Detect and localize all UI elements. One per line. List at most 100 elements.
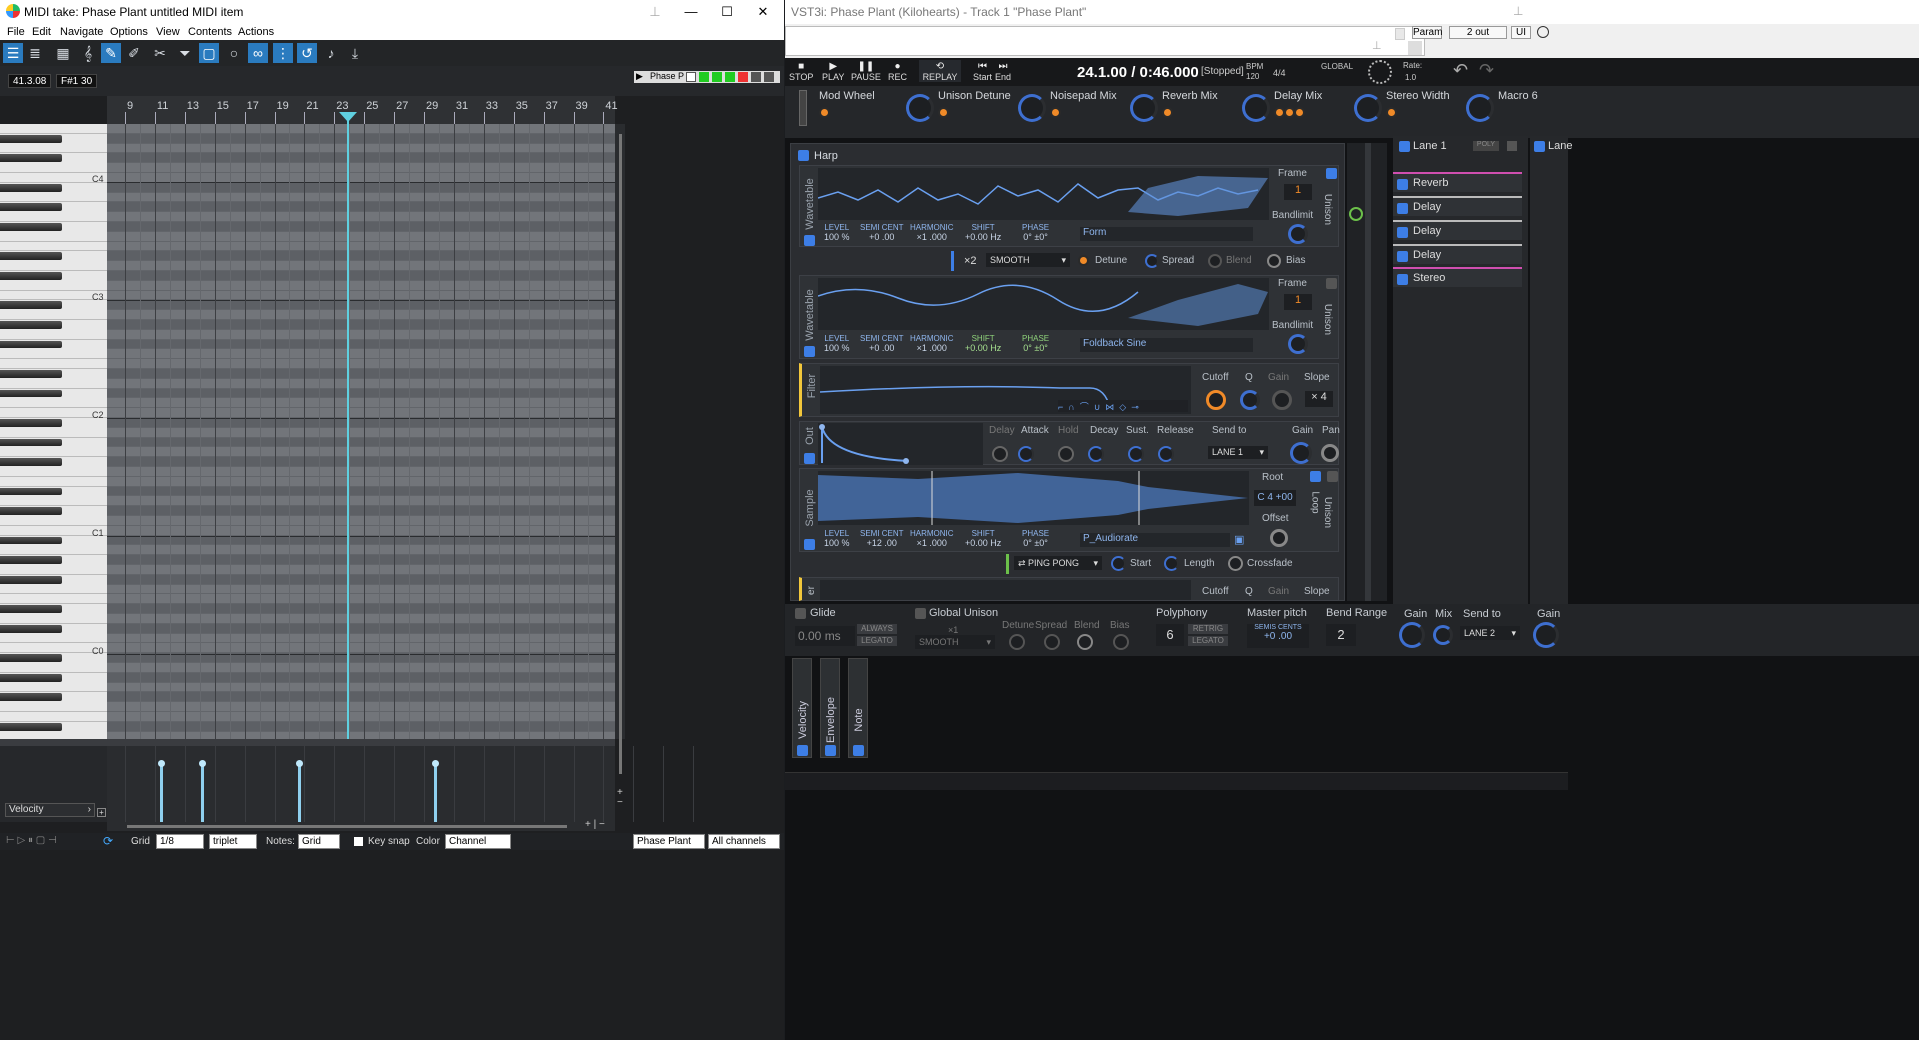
semi-cent-param[interactable]: SEMI CENT +12 .00	[860, 529, 904, 548]
harmonic-param[interactable]: HARMONIC ×1 .000	[910, 223, 954, 242]
macro-mod-knob[interactable]	[938, 107, 949, 118]
bandlimit-knob[interactable]	[1288, 224, 1308, 244]
black-key[interactable]	[0, 321, 62, 329]
velocity-stem[interactable]	[160, 763, 163, 822]
slope-value[interactable]: × 4	[1305, 391, 1333, 407]
link-icon[interactable]: ∞	[248, 43, 268, 63]
phase-param[interactable]: PHASE 0° ±0°	[1022, 334, 1049, 353]
black-key[interactable]	[0, 301, 62, 310]
piano-keyboard[interactable]: C4 C3 C2 C1 C0	[0, 124, 107, 739]
gu-detune-knob[interactable]	[1009, 634, 1025, 650]
black-key[interactable]	[0, 183, 62, 192]
module-enable-checkbox[interactable]	[804, 453, 815, 464]
polyphony-value[interactable]: 6	[1156, 624, 1184, 646]
white-key[interactable]	[0, 712, 107, 722]
start-button[interactable]: ⏮ Start	[973, 62, 992, 83]
fx-scroll-icon[interactable]	[1395, 28, 1405, 40]
white-key[interactable]	[0, 232, 107, 242]
length-knob[interactable]	[1164, 556, 1179, 571]
unison-checkbox[interactable]	[1326, 168, 1337, 179]
black-key[interactable]	[0, 693, 62, 702]
frame-value[interactable]: 1	[1284, 294, 1312, 310]
white-key[interactable]	[0, 683, 107, 693]
black-key[interactable]	[0, 134, 62, 143]
lane-2-gain-knob[interactable]	[1533, 622, 1559, 648]
horizontal-scrollbar[interactable]: + | −	[107, 819, 615, 831]
level-param[interactable]: LEVEL 100 %	[824, 223, 850, 242]
stereo-width-knob[interactable]	[1354, 94, 1382, 122]
black-key[interactable]	[0, 556, 62, 564]
velocity-stem[interactable]	[201, 763, 204, 822]
gu-bias-knob[interactable]	[1113, 634, 1129, 650]
legato-toggle[interactable]: LEGATO	[857, 636, 897, 646]
white-key[interactable]	[0, 212, 107, 222]
glide-time-field[interactable]: 0.00 ms	[795, 626, 855, 646]
white-key[interactable]	[0, 173, 107, 183]
q-knob[interactable]	[1240, 390, 1260, 410]
white-key[interactable]	[0, 124, 107, 134]
frame-value[interactable]: 1	[1284, 184, 1312, 200]
glide-checkbox[interactable]	[795, 608, 806, 619]
menu-edit[interactable]: Edit	[32, 26, 51, 38]
black-key[interactable]	[0, 419, 62, 427]
white-key[interactable]	[0, 349, 107, 360]
modulator-note[interactable]: Note	[848, 658, 868, 758]
pin-icon[interactable]: ⊥	[1372, 39, 1382, 52]
track-checkbox-icon[interactable]	[686, 72, 696, 82]
undo-icon[interactable]: ↶	[1453, 60, 1468, 81]
env-icon[interactable]	[725, 72, 735, 82]
harmonic-param[interactable]: HARMONIC ×1 .000	[910, 529, 954, 548]
lane-gain-knob[interactable]	[1399, 622, 1425, 648]
menu-actions[interactable]: Actions	[238, 26, 274, 38]
lane-mix-knob[interactable]	[1433, 625, 1453, 645]
fx-reverb[interactable]: Reverb	[1393, 172, 1522, 192]
black-key[interactable]	[0, 438, 62, 447]
retrig-toggle[interactable]: RETRIG	[1188, 624, 1228, 634]
phase-param[interactable]: PHASE 0° ±0°	[1022, 223, 1049, 242]
transport-mini-icons[interactable]: ⊢ ▷ ⏸ ▢ ⊣	[6, 835, 57, 846]
mod-wheel-knob[interactable]	[819, 107, 830, 118]
black-key[interactable]	[0, 458, 62, 466]
ui-button[interactable]: UI	[1511, 26, 1531, 39]
lane-1-checkbox[interactable]	[1399, 141, 1410, 152]
white-key[interactable]	[0, 330, 107, 340]
wavetable-2-display[interactable]	[818, 278, 1269, 330]
black-key[interactable]	[0, 673, 62, 682]
semi-cent-param[interactable]: SEMI CENT +0 .00	[860, 223, 904, 242]
bypass-icon[interactable]	[1537, 26, 1549, 38]
black-key[interactable]	[0, 272, 62, 280]
sample-preset-field[interactable]: P_Audiorate	[1080, 533, 1230, 547]
global-unison-voices[interactable]: ×1	[948, 625, 958, 635]
white-key[interactable]	[0, 408, 107, 418]
white-key[interactable]	[0, 496, 107, 507]
white-key[interactable]	[0, 585, 107, 595]
level-param[interactable]: LEVEL 100 %	[824, 529, 850, 548]
white-key[interactable]	[0, 359, 107, 369]
modulator-scrollbar[interactable]	[785, 772, 1568, 790]
module-enable-checkbox[interactable]	[804, 539, 815, 550]
vertical-scrollbar[interactable]	[615, 124, 625, 774]
stop-button[interactable]: ■ STOP	[789, 62, 813, 83]
filter-icon[interactable]: ⏷	[175, 43, 195, 63]
routing-add-icon[interactable]	[1349, 207, 1363, 221]
black-key[interactable]	[0, 654, 62, 662]
velocity-handle[interactable]	[199, 760, 206, 767]
white-key[interactable]	[0, 477, 107, 487]
white-key[interactable]	[0, 144, 107, 154]
phase-param[interactable]: PHASE 0° ±0°	[1022, 529, 1049, 548]
color-select[interactable]: Channel	[445, 834, 511, 849]
black-key[interactable]	[0, 722, 62, 731]
filter-2-display[interactable]	[820, 580, 1191, 600]
play-button[interactable]: ▶ PLAY	[822, 62, 844, 83]
fx-close-icon[interactable]	[1408, 41, 1422, 55]
white-key[interactable]	[0, 732, 107, 739]
white-key[interactable]	[0, 447, 107, 458]
module-enable-checkbox[interactable]	[804, 235, 815, 246]
white-key[interactable]	[0, 663, 107, 673]
offset-knob[interactable]	[1270, 529, 1288, 547]
harmonic-param[interactable]: HARMONIC ×1 .000	[910, 334, 954, 353]
fx-delay[interactable]: Delay	[1393, 244, 1522, 264]
release-knob[interactable]	[1158, 446, 1174, 462]
fx-header-panel[interactable]: ⊥	[785, 26, 1425, 56]
param-button[interactable]: Param	[1412, 26, 1442, 39]
